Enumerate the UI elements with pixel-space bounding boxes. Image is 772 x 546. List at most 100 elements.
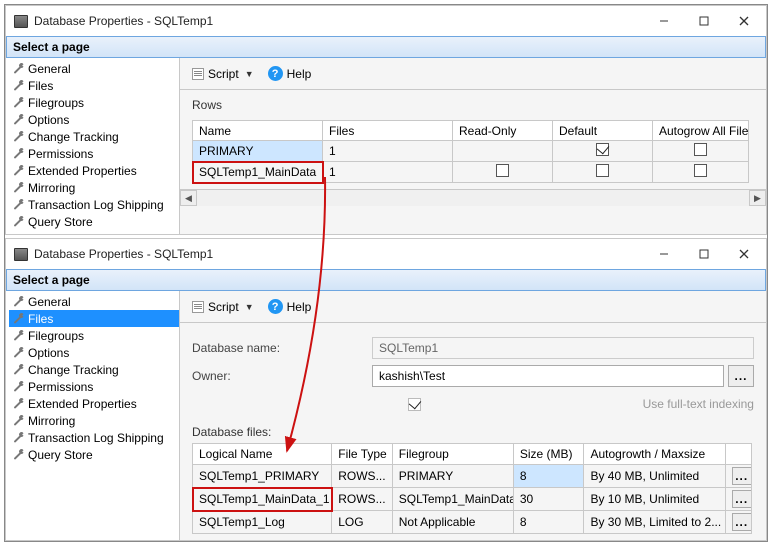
maximize-button[interactable] [684, 240, 724, 268]
table-row[interactable]: SQLTemp1_PRIMARY ROWS... PRIMARY 8 By 40… [193, 465, 752, 488]
table-row[interactable]: SQLTemp1_Log LOG Not Applicable 8 By 30 … [193, 511, 752, 534]
col-files[interactable]: Files [323, 121, 453, 141]
sidebar-item-files[interactable]: Files [9, 310, 179, 327]
sidebar-item-label: Transaction Log Shipping [28, 431, 164, 445]
sidebar-item-permissions[interactable]: Permissions [9, 145, 179, 162]
help-button[interactable]: Help [287, 67, 312, 81]
help-button[interactable]: Help [287, 300, 312, 314]
cell-file-type[interactable]: LOG [332, 511, 393, 534]
col-readonly[interactable]: Read-Only [453, 121, 553, 141]
cell-filegroup[interactable]: Not Applicable [392, 511, 513, 534]
sidebar-item-mirroring[interactable]: Mirroring [9, 412, 179, 429]
scroll-left-button[interactable]: ◀ [180, 190, 197, 206]
checkbox-unchecked-icon[interactable] [694, 164, 707, 177]
close-button[interactable] [724, 7, 764, 35]
cell-ellipsis[interactable]: ... [725, 511, 751, 534]
cell-size[interactable]: 8 [513, 465, 584, 488]
wrench-icon [11, 414, 25, 428]
horizontal-scrollbar[interactable]: ◀ ▶ [180, 189, 766, 206]
col-name[interactable]: Name [193, 121, 323, 141]
ellipsis-button[interactable]: ... [732, 467, 752, 485]
cell-ellipsis[interactable]: ... [725, 465, 751, 488]
table-row[interactable]: PRIMARY 1 [193, 141, 749, 162]
script-button[interactable]: Script ▼ [188, 298, 258, 316]
cell-name[interactable]: SQLTemp1_MainData [193, 162, 323, 183]
col-logical-name[interactable]: Logical Name [193, 444, 332, 465]
cell-files[interactable]: 1 [323, 162, 453, 183]
col-file-type[interactable]: File Type [332, 444, 393, 465]
col-autogrowth[interactable]: Autogrowth / Maxsize [584, 444, 725, 465]
cell-size[interactable]: 8 [513, 511, 584, 534]
sidebar-item-log-shipping[interactable]: Transaction Log Shipping [9, 196, 179, 213]
checkbox-checked-icon[interactable] [596, 143, 609, 156]
owner-field[interactable]: kashish\Test [372, 365, 724, 387]
sidebar-item-general[interactable]: General [9, 293, 179, 310]
wrench-icon [11, 198, 25, 212]
wrench-icon [11, 431, 25, 445]
cell-logical-name[interactable]: SQLTemp1_Log [193, 511, 332, 534]
sidebar-item-filegroups[interactable]: Filegroups [9, 327, 179, 344]
minimize-button[interactable] [644, 7, 684, 35]
cell-readonly[interactable] [453, 162, 553, 183]
sidebar-item-log-shipping[interactable]: Transaction Log Shipping [9, 429, 179, 446]
cell-files[interactable]: 1 [323, 141, 453, 162]
checkbox-unchecked-icon[interactable] [596, 164, 609, 177]
cell-filegroup[interactable]: PRIMARY [392, 465, 513, 488]
cell-filegroup[interactable]: SQLTemp1_MainData [392, 488, 513, 511]
maximize-button[interactable] [684, 7, 724, 35]
sidebar-item-filegroups[interactable]: Filegroups [9, 94, 179, 111]
sidebar-item-change-tracking[interactable]: Change Tracking [9, 128, 179, 145]
rows-label: Rows [192, 98, 754, 112]
sidebar-item-extended-properties[interactable]: Extended Properties [9, 395, 179, 412]
fulltext-label: Use full-text indexing [643, 397, 754, 411]
checkbox-unchecked-icon[interactable] [694, 143, 707, 156]
cell-autogrowth[interactable]: By 40 MB, Unlimited [584, 465, 725, 488]
cell-ellipsis[interactable]: ... [725, 488, 751, 511]
sidebar-item-label: Transaction Log Shipping [28, 198, 164, 212]
minimize-button[interactable] [644, 240, 684, 268]
close-button[interactable] [724, 240, 764, 268]
cell-autogrowth[interactable]: By 10 MB, Unlimited [584, 488, 725, 511]
sidebar-item-label: Query Store [28, 448, 93, 462]
col-filegroup[interactable]: Filegroup [392, 444, 513, 465]
cell-file-type[interactable]: ROWS... [332, 465, 393, 488]
col-btn [725, 444, 751, 465]
cell-autogrow[interactable] [653, 162, 749, 183]
cell-default[interactable] [553, 162, 653, 183]
cell-readonly[interactable] [453, 141, 553, 162]
cell-default[interactable] [553, 141, 653, 162]
sidebar-item-query-store[interactable]: Query Store [9, 446, 179, 463]
cell-file-type[interactable]: ROWS... [332, 488, 393, 511]
sidebar-item-options[interactable]: Options [9, 111, 179, 128]
cell-autogrowth[interactable]: By 30 MB, Limited to 2... [584, 511, 725, 534]
ellipsis-button[interactable]: ... [732, 513, 752, 531]
script-icon [192, 301, 204, 313]
checkbox-unchecked-icon[interactable] [496, 164, 509, 177]
col-size[interactable]: Size (MB) [513, 444, 584, 465]
ellipsis-button[interactable]: ... [732, 490, 752, 508]
database-icon [14, 15, 28, 28]
script-button[interactable]: Script ▼ [188, 65, 258, 83]
sidebar-item-general[interactable]: General [9, 60, 179, 77]
table-row[interactable]: SQLTemp1_MainData_1 ROWS... SQLTemp1_Mai… [193, 488, 752, 511]
cell-size[interactable]: 30 [513, 488, 584, 511]
sidebar-item-files[interactable]: Files [9, 77, 179, 94]
cell-autogrow[interactable] [653, 141, 749, 162]
scroll-right-button[interactable]: ▶ [749, 190, 766, 206]
filegroups-grid[interactable]: Name Files Read-Only Default Autogrow Al… [192, 120, 749, 183]
col-default[interactable]: Default [553, 121, 653, 141]
sidebar-item-query-store[interactable]: Query Store [9, 213, 179, 230]
table-row[interactable]: SQLTemp1_MainData 1 [193, 162, 749, 183]
sidebar-item-change-tracking[interactable]: Change Tracking [9, 361, 179, 378]
scroll-track[interactable] [197, 190, 749, 206]
col-autogrow[interactable]: Autogrow All Files [653, 121, 749, 141]
cell-name[interactable]: PRIMARY [193, 141, 323, 162]
browse-owner-button[interactable]: ... [728, 365, 754, 387]
cell-logical-name[interactable]: SQLTemp1_MainData_1 [193, 488, 332, 511]
dbfiles-grid[interactable]: Logical Name File Type Filegroup Size (M… [192, 443, 752, 534]
sidebar-item-extended-properties[interactable]: Extended Properties [9, 162, 179, 179]
sidebar-item-options[interactable]: Options [9, 344, 179, 361]
sidebar-item-permissions[interactable]: Permissions [9, 378, 179, 395]
cell-logical-name[interactable]: SQLTemp1_PRIMARY [193, 465, 332, 488]
sidebar-item-mirroring[interactable]: Mirroring [9, 179, 179, 196]
